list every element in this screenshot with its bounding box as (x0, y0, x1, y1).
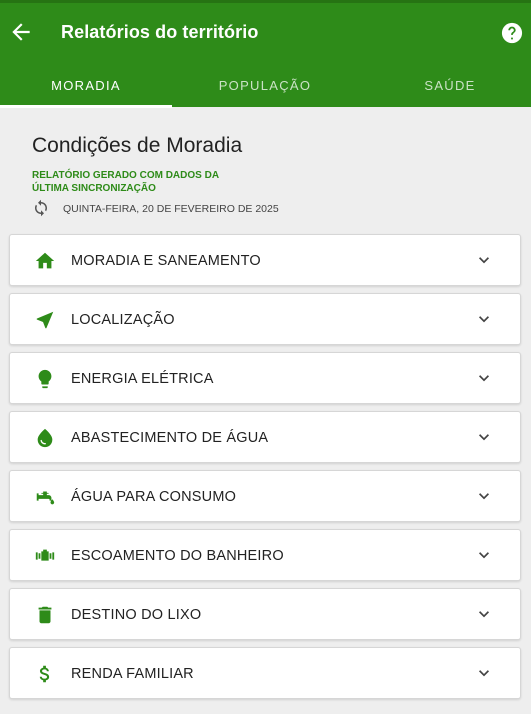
app-header: Relatórios do território MORADIA POPULAÇ… (0, 0, 531, 108)
faucet-icon (34, 486, 56, 508)
report-note: RELATÓRIO GERADO COM DADOS DA ÚLTIMA SIN… (32, 169, 252, 195)
back-button[interactable] (8, 19, 34, 45)
water-drop-icon (34, 427, 56, 449)
section-abastecimento-agua[interactable]: ABASTECIMENTO DE ÁGUA (9, 411, 521, 463)
tab-populacao[interactable]: POPULAÇÃO (179, 73, 351, 107)
chevron-down-icon (474, 309, 494, 329)
section-renda-familiar[interactable]: RENDA FAMILIAR (9, 647, 521, 699)
lightbulb-icon (34, 368, 56, 390)
chevron-down-icon (474, 368, 494, 388)
section-label: MORADIA E SANEAMENTO (71, 253, 261, 269)
chevron-down-icon (474, 663, 494, 683)
help-icon (501, 22, 523, 44)
tab-bar: MORADIA POPULAÇÃO SAÚDE (0, 73, 531, 108)
report-note-line1: RELATÓRIO GERADO COM DADOS DA (32, 170, 220, 181)
section-label: RENDA FAMILIAR (71, 666, 194, 682)
section-label: DESTINO DO LIXO (71, 607, 202, 623)
sync-date: QUINTA-FEIRA, 20 DE FEVEREIRO DE 2025 (63, 203, 279, 215)
arrow-back-icon (12, 23, 30, 41)
home-icon (34, 250, 56, 272)
section-localizacao[interactable]: LOCALIZAÇÃO (9, 293, 521, 345)
section-escoamento-banheiro[interactable]: ESCOAMENTO DO BANHEIRO (9, 529, 521, 581)
trash-icon (34, 604, 56, 626)
chevron-down-icon (474, 604, 494, 624)
tab-indicator (0, 105, 172, 108)
section-label: ABASTECIMENTO DE ÁGUA (71, 430, 269, 446)
app-title: Relatórios do território (61, 22, 259, 42)
sync-icon (32, 199, 50, 217)
chevron-down-icon (474, 427, 494, 447)
section-moradia-saneamento[interactable]: MORADIA E SANEAMENTO (9, 234, 521, 286)
chevron-down-icon (474, 250, 494, 270)
tab-saude[interactable]: SAÚDE (364, 73, 531, 107)
dollar-icon (34, 663, 56, 685)
navigation-icon (34, 309, 56, 331)
tab-moradia[interactable]: MORADIA (0, 73, 172, 107)
page-title: Condições de Moradia (32, 134, 243, 157)
section-agua-consumo[interactable]: ÁGUA PARA CONSUMO (9, 470, 521, 522)
help-button[interactable] (501, 22, 523, 44)
section-label: ESCOAMENTO DO BANHEIRO (71, 548, 284, 564)
section-label: ENERGIA ELÉTRICA (71, 371, 214, 387)
section-label: ÁGUA PARA CONSUMO (71, 489, 237, 505)
pipe-icon (34, 545, 56, 567)
section-energia-eletrica[interactable]: ENERGIA ELÉTRICA (9, 352, 521, 404)
section-destino-lixo[interactable]: DESTINO DO LIXO (9, 588, 521, 640)
report-note-line2: ÚLTIMA SINCRONIZAÇÃO (32, 183, 156, 194)
toolbar: Relatórios do território (0, 3, 531, 63)
section-label: LOCALIZAÇÃO (71, 312, 175, 328)
chevron-down-icon (474, 486, 494, 506)
chevron-down-icon (474, 545, 494, 565)
